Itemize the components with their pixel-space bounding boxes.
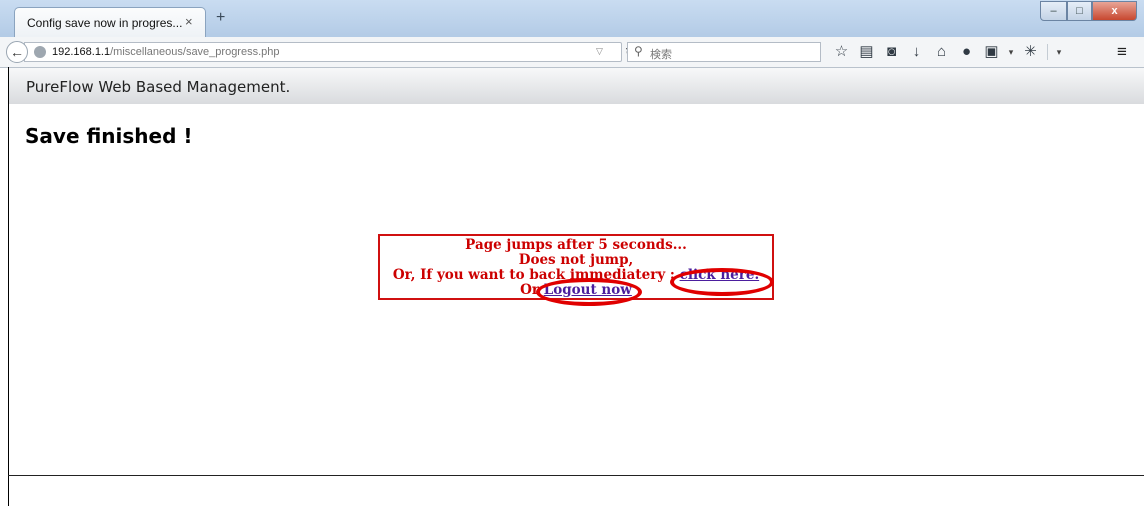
- toolbar-icons: ☆ ▤ ◙ ↓ ⌂ ● ▣ ▾ ✳ ▾: [829, 42, 1066, 62]
- site-identity-icon[interactable]: [34, 46, 46, 58]
- window-controls: – □ x: [1040, 1, 1137, 21]
- app-title: PureFlow Web Based Management.: [26, 78, 291, 96]
- browser-tab[interactable]: Config save now in progres... ×: [14, 7, 206, 37]
- notice-line-2: Does not jump,: [518, 252, 634, 268]
- minimize-button[interactable]: –: [1040, 1, 1067, 21]
- close-window-button[interactable]: x: [1092, 1, 1137, 21]
- toolbar-separator: [1047, 44, 1048, 60]
- search-icon: ⚲: [634, 44, 643, 58]
- screenshot-icon[interactable]: ▣: [979, 42, 1004, 62]
- pocket-icon[interactable]: ◙: [879, 42, 904, 62]
- extension-icon[interactable]: ✳: [1018, 42, 1043, 62]
- frame-divider: [8, 475, 1144, 476]
- url-text[interactable]: 192.168.1.1/miscellaneous/save_progress.…: [52, 46, 280, 58]
- page-title: Save finished !: [25, 124, 193, 148]
- notice-line-1: Page jumps after 5 seconds...: [465, 237, 687, 253]
- browser-window: Config save now in progres... × + – □ x …: [0, 0, 1144, 506]
- back-arrow-icon: ←: [10, 44, 24, 60]
- chat-icon[interactable]: ●: [954, 42, 979, 62]
- tab-title: Config save now in progres...: [27, 16, 183, 30]
- new-tab-icon[interactable]: +: [216, 10, 225, 26]
- click-here-link[interactable]: click here.: [680, 267, 760, 283]
- notice-line-3-text: Or, If you want to back immediatery :: [392, 267, 680, 283]
- bookmark-star-icon[interactable]: ☆: [829, 42, 854, 62]
- download-icon[interactable]: ↓: [904, 42, 929, 62]
- tab-close-icon[interactable]: ×: [185, 14, 193, 29]
- back-button[interactable]: ←: [6, 41, 28, 63]
- extension-dropdown-icon[interactable]: ▾: [1052, 47, 1066, 58]
- logout-now-link[interactable]: Logout now: [544, 282, 632, 298]
- reading-list-icon[interactable]: ▤: [854, 42, 879, 62]
- notice-line-4-text: Or: [520, 282, 544, 298]
- menu-icon[interactable]: ≡: [1117, 43, 1127, 60]
- search-placeholder: 検索: [650, 49, 672, 61]
- redirect-notice: Page jumps after 5 seconds... Does not j…: [378, 234, 774, 300]
- url-dropdown-icon[interactable]: ▽: [596, 46, 603, 57]
- title-bar: Config save now in progres... × + – □ x: [0, 0, 1144, 37]
- frame-left-border: [8, 67, 9, 506]
- maximize-button[interactable]: □: [1067, 1, 1092, 21]
- nav-bar: 192.168.1.1/miscellaneous/save_progress.…: [0, 37, 1144, 68]
- notice-line-4: Or Logout now: [380, 283, 772, 298]
- screenshot-dropdown-icon[interactable]: ▾: [1004, 47, 1018, 58]
- app-header: PureFlow Web Based Management.: [9, 68, 1144, 104]
- url-bar[interactable]: 192.168.1.1/miscellaneous/save_progress.…: [24, 42, 636, 62]
- url-path: /miscellaneous/save_progress.php: [110, 46, 280, 58]
- notice-line-3: Or, If you want to back immediatery : cl…: [380, 268, 772, 283]
- url-host: 192.168.1.1: [52, 46, 111, 58]
- home-icon[interactable]: ⌂: [929, 42, 954, 62]
- search-bar[interactable]: ⚲ 検索: [627, 42, 821, 62]
